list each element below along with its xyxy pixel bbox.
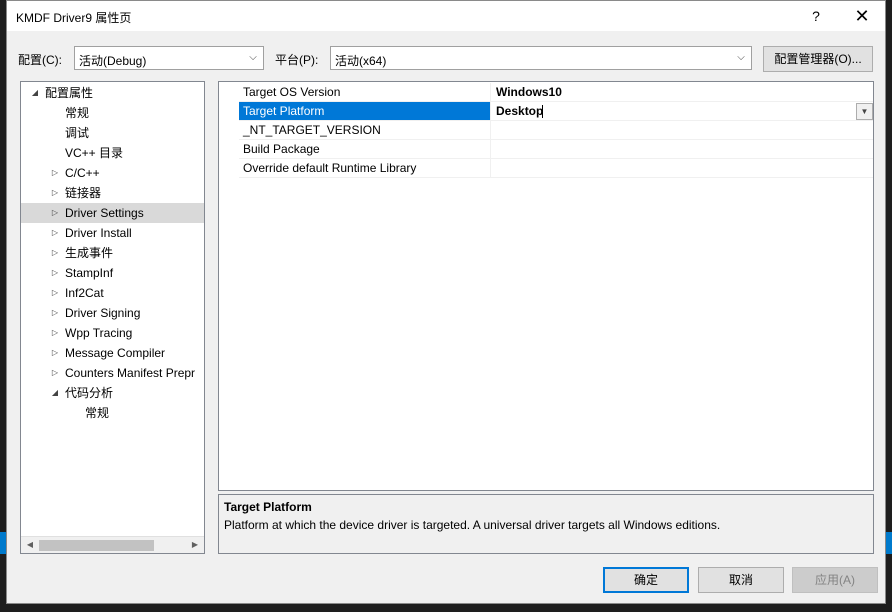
expand-icon[interactable]: ▷ (50, 323, 60, 343)
title-bar: KMDF Driver9 属性页 ? ✕ (7, 1, 885, 31)
tree-item-label: 生成事件 (65, 246, 114, 260)
description-pane: Target Platform Platform at which the de… (218, 494, 874, 554)
tree-item-label: C/C++ (65, 166, 100, 180)
expand-icon[interactable]: ▷ (50, 243, 60, 263)
property-value[interactable]: Desktop (496, 102, 543, 120)
property-tree: ◢ 配置属性 常规 调试 VC++ 目录 ▷ C/C++ ▷ 链接器 ▷ Driver Settin… (20, 81, 205, 554)
cancel-button[interactable]: 取消 (698, 567, 784, 593)
tree-item[interactable]: 常规 (21, 103, 204, 123)
scrollbar-thumb[interactable] (39, 540, 154, 551)
text-caret (542, 105, 543, 118)
tree-item-label: 常规 (65, 106, 90, 120)
collapse-icon[interactable]: ◢ (30, 83, 40, 103)
expand-icon[interactable]: ▷ (50, 303, 60, 323)
chevron-down-icon: ⌵ (249, 52, 257, 63)
tree-item-label: Counters Manifest Prepr (65, 366, 196, 380)
tree-item-label: 调试 (65, 126, 90, 140)
tree-item-label: Wpp Tracing (65, 326, 133, 340)
property-name: _NT_TARGET_VERSION (239, 121, 491, 139)
horizontal-scrollbar[interactable]: ◀ ▶ (21, 536, 204, 553)
expand-icon[interactable]: ▷ (50, 183, 60, 203)
tree-item[interactable]: VC++ 目录 (21, 143, 204, 163)
property-name: Target Platform (239, 102, 491, 120)
property-name: Override default Runtime Library (239, 159, 491, 177)
expand-icon[interactable]: ▷ (50, 343, 60, 363)
platform-value: 活动(x64) (335, 54, 387, 68)
ok-button[interactable]: 确定 (603, 567, 689, 593)
config-manager-button[interactable]: 配置管理器(O)... (763, 46, 873, 72)
expand-icon[interactable]: ▷ (50, 263, 60, 283)
platform-label: 平台(P): (275, 53, 319, 67)
tree-item[interactable]: ▷ C/C++ (21, 163, 204, 183)
config-value: 活动(Debug) (79, 54, 147, 68)
tree-item[interactable]: ▷ Counters Manifest Prepr (21, 363, 204, 383)
help-button[interactable]: ? (805, 6, 827, 26)
property-name: Build Package (239, 140, 491, 158)
property-grid: Target OS Version Windows10 Target Platfor… (218, 81, 874, 491)
tree-item[interactable]: ▷ Driver Signing (21, 303, 204, 323)
property-pages-dialog: KMDF Driver9 属性页 ? ✕ 配置(C): 活动(Debug) ⌵ … (6, 0, 886, 604)
tree-item[interactable]: ▷ Driver Settings (21, 203, 204, 223)
property-row[interactable]: _NT_TARGET_VERSION (239, 121, 873, 140)
expand-icon[interactable]: ▷ (50, 223, 60, 243)
expand-icon[interactable]: ▷ (50, 363, 60, 383)
property-row[interactable]: Build Package (239, 140, 873, 159)
tree-item[interactable]: ▷ Inf2Cat (21, 283, 204, 303)
expand-icon[interactable]: ▷ (50, 283, 60, 303)
property-row[interactable]: Target Platform Desktop ▼ (239, 102, 873, 121)
expand-icon[interactable]: ▷ (50, 163, 60, 183)
tree-item[interactable]: ▷ StampInf (21, 263, 204, 283)
tree-item-label: Driver Signing (65, 306, 141, 320)
chevron-down-icon[interactable]: ▼ (856, 103, 873, 120)
tree-item[interactable]: ◢ 配置属性 (21, 83, 204, 103)
window-title: KMDF Driver9 属性页 (16, 11, 132, 25)
tree-item-label: Message Compiler (65, 346, 166, 360)
tree-item[interactable]: ◢ 代码分析 (21, 383, 204, 403)
tree-item-label: 代码分析 (65, 386, 114, 400)
property-value[interactable]: Windows10 (496, 83, 562, 101)
tree-item[interactable]: 调试 (21, 123, 204, 143)
platform-dropdown[interactable]: 活动(x64) ⌵ (330, 46, 752, 70)
tree-item[interactable]: ▷ Driver Install (21, 223, 204, 243)
property-row[interactable]: Override default Runtime Library (239, 159, 873, 178)
property-name: Target OS Version (239, 83, 491, 101)
chevron-down-icon: ⌵ (737, 52, 745, 63)
tree-item[interactable]: ▷ 链接器 (21, 183, 204, 203)
tree-item[interactable]: ▷ Message Compiler (21, 343, 204, 363)
scroll-left-icon[interactable]: ◀ (23, 538, 37, 552)
expand-icon[interactable]: ▷ (50, 203, 60, 223)
tree-item[interactable]: 常规 (21, 403, 204, 423)
collapse-icon[interactable]: ◢ (50, 383, 60, 403)
tree-item-label: Driver Install (65, 226, 132, 240)
config-dropdown[interactable]: 活动(Debug) ⌵ (74, 46, 264, 70)
apply-button[interactable]: 应用(A) (792, 567, 878, 593)
close-button[interactable]: ✕ (851, 4, 873, 28)
tree-item[interactable]: ▷ 生成事件 (21, 243, 204, 263)
tree-item-label: 链接器 (65, 186, 102, 200)
tree-item-label: Driver Settings (65, 206, 144, 220)
tree-item-label: 常规 (85, 406, 110, 420)
config-label: 配置(C): (18, 53, 62, 67)
tree-item-label: StampInf (65, 266, 114, 280)
description-text: Platform at which the device driver is t… (224, 518, 721, 532)
tree-item-label: VC++ 目录 (65, 146, 124, 160)
description-title: Target Platform (224, 500, 312, 514)
tree-item[interactable]: ▷ Wpp Tracing (21, 323, 204, 343)
property-row[interactable]: Target OS Version Windows10 (239, 83, 873, 102)
tree-item-label: Inf2Cat (65, 286, 104, 300)
tree-item-label: 配置属性 (45, 86, 94, 100)
scroll-right-icon[interactable]: ▶ (188, 538, 202, 552)
